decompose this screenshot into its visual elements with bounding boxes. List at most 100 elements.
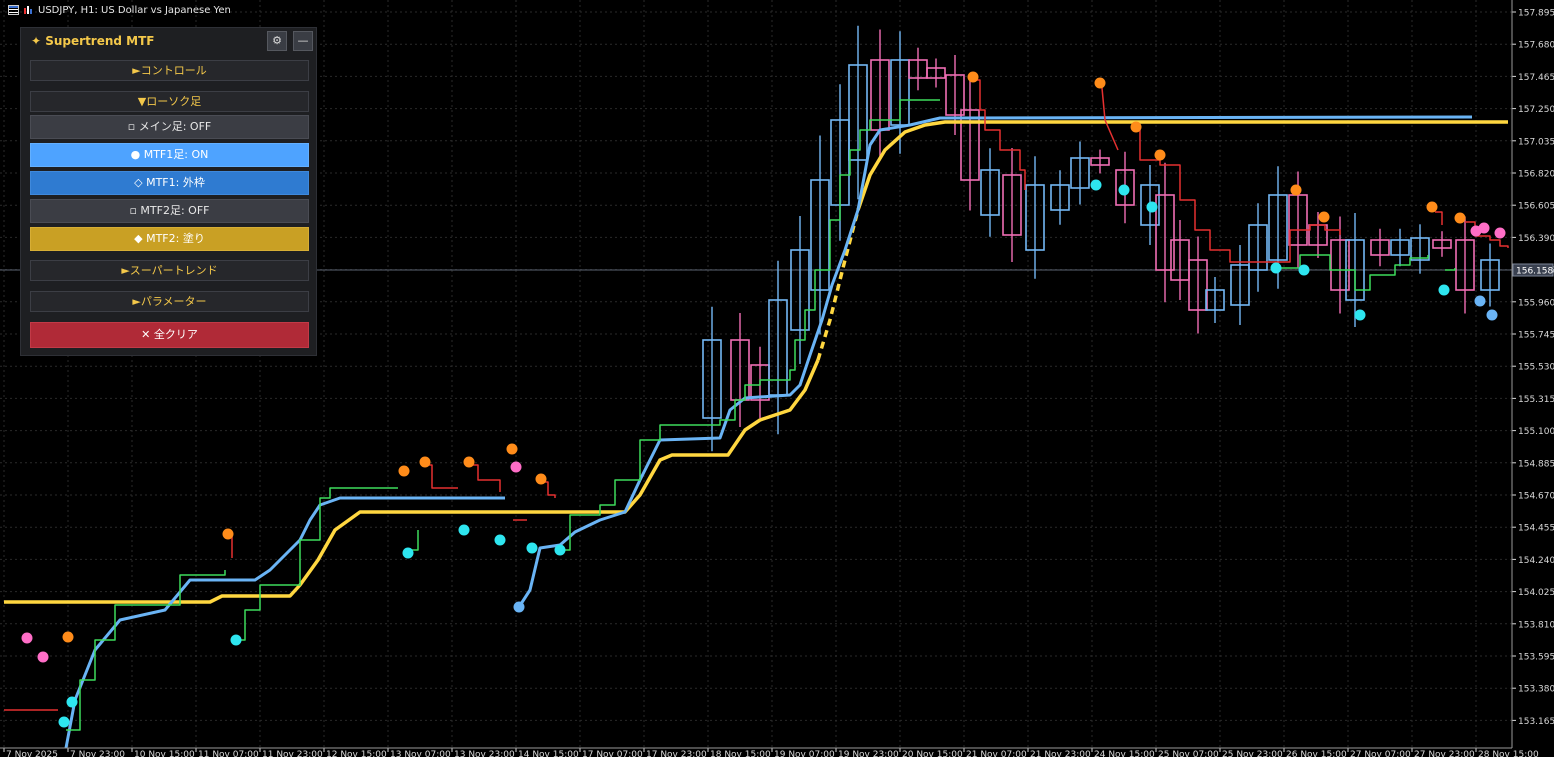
- time-label: 26 Nov 15:00: [1286, 750, 1347, 757]
- mtf2-style-toggle[interactable]: ◆ MTF2: 塗り: [30, 227, 309, 251]
- signal-dot: [554, 544, 566, 556]
- mtf1-candle-toggle[interactable]: ● MTF1足: ON: [30, 143, 309, 167]
- time-label: 25 Nov 23:00: [1222, 750, 1283, 757]
- time-label: 20 Nov 15:00: [902, 750, 963, 757]
- time-label: 7 Nov 23:00: [70, 750, 125, 757]
- price-label: 154.885: [1518, 459, 1554, 469]
- price-label: 157.035: [1518, 137, 1554, 147]
- time-label: 18 Nov 15:00: [710, 750, 771, 757]
- price-label: 154.025: [1518, 588, 1554, 598]
- current-price-tag: 156.158: [1516, 267, 1553, 277]
- signal-dot: [402, 547, 414, 559]
- signal-dot: [1426, 201, 1438, 213]
- signal-dot: [1478, 222, 1490, 234]
- time-label: 17 Nov 07:00: [582, 750, 643, 757]
- signal-dot: [1130, 121, 1142, 133]
- signal-dot: [230, 634, 242, 646]
- signal-dot: [1090, 179, 1102, 191]
- signal-dot: [1146, 201, 1158, 213]
- signal-dot: [458, 524, 470, 536]
- panel-header[interactable]: ✦ Supertrend MTF ⚙ —: [21, 28, 316, 56]
- time-label: 12 Nov 15:00: [326, 750, 387, 757]
- price-label: 156.390: [1518, 234, 1554, 244]
- gear-icon[interactable]: ⚙: [267, 31, 287, 51]
- signal-dot: [21, 632, 33, 644]
- symbol-list-icon[interactable]: [8, 5, 19, 15]
- mtf1-style-toggle[interactable]: ◇ MTF1: 外枠: [30, 171, 309, 195]
- price-label: 155.745: [1518, 331, 1554, 341]
- time-label: 25 Nov 07:00: [1158, 750, 1219, 757]
- signal-dot: [1318, 211, 1330, 223]
- supertrend-fast-bull: [410, 530, 419, 551]
- price-label: 157.465: [1518, 73, 1554, 83]
- time-label: 19 Nov 23:00: [838, 750, 899, 757]
- supertrend-fast-bear: [470, 464, 501, 492]
- signal-dot: [1354, 309, 1366, 321]
- price-label: 153.380: [1518, 685, 1554, 695]
- main-candle-toggle[interactable]: ▫ メイン足: OFF: [30, 115, 309, 139]
- supertrend-fast-bull: [560, 99, 940, 551]
- panel-title: ✦ Supertrend MTF: [31, 34, 155, 48]
- time-label: 21 Nov 07:00: [966, 750, 1027, 757]
- signal-dot: [1486, 309, 1498, 321]
- signal-dot: [398, 465, 410, 477]
- supertrend-fast-bear: [542, 481, 556, 498]
- mtf2-candle-toggle[interactable]: ▫ MTF2足: OFF: [30, 199, 309, 223]
- price-label: 155.960: [1518, 298, 1554, 308]
- time-label: 27 Nov 23:00: [1414, 750, 1475, 757]
- signal-dot: [494, 534, 506, 546]
- signal-dot: [1298, 264, 1310, 276]
- time-label: 13 Nov 07:00: [390, 750, 451, 757]
- section-control[interactable]: ►コントロール: [30, 60, 309, 81]
- time-label: 24 Nov 15:00: [1094, 750, 1155, 757]
- time-label: 7 Nov 2025: [6, 750, 58, 757]
- price-label: 157.680: [1518, 41, 1554, 51]
- price-label: 157.250: [1518, 105, 1554, 115]
- chart-title: USDJPY, H1: US Dollar vs Japanese Yen: [38, 4, 231, 16]
- signal-dot: [1094, 77, 1106, 89]
- section-params[interactable]: ►パラメーター: [30, 291, 309, 312]
- signal-dot: [1270, 262, 1282, 274]
- signal-dot: [66, 696, 78, 708]
- price-axis: 157.895 157.680 157.465 157.250 157.035 156.8…: [1511, 0, 1554, 748]
- price-label: 156.820: [1518, 170, 1554, 180]
- signal-dot: [463, 456, 475, 468]
- time-label: 27 Nov 07:00: [1350, 750, 1411, 757]
- price-label: 154.240: [1518, 556, 1554, 566]
- price-label: 157.895: [1518, 9, 1554, 19]
- minimize-button[interactable]: —: [293, 31, 313, 51]
- signal-dot: [37, 651, 49, 663]
- signal-dot: [1454, 212, 1466, 224]
- supertrend-fast-bear: [1435, 211, 1443, 225]
- section-supertrend[interactable]: ►スーパートレンド: [30, 260, 309, 281]
- chart-title-bar: USDJPY, H1: US Dollar vs Japanese Yen: [8, 3, 231, 17]
- supertrend-htf-line: [4, 359, 820, 604]
- signal-dot: [535, 473, 547, 485]
- clear-all-button[interactable]: ✕ 全クリア: [30, 322, 309, 348]
- signal-dot: [1290, 184, 1302, 196]
- price-label: 153.595: [1518, 653, 1554, 663]
- time-label: 10 Nov 15:00: [134, 750, 195, 757]
- section-candles[interactable]: ▼ローソク足: [30, 91, 309, 112]
- signal-dot: [967, 71, 979, 83]
- signal-dot: [506, 443, 518, 455]
- signal-dot: [1494, 227, 1506, 239]
- signal-dot: [62, 631, 74, 643]
- signal-dot: [1438, 284, 1450, 296]
- price-label: 153.810: [1518, 620, 1554, 630]
- time-label: 13 Nov 23:00: [454, 750, 515, 757]
- supertrend-fast-bull: [66, 570, 226, 731]
- chart-type-icon[interactable]: [23, 5, 34, 15]
- signal-dot: [526, 542, 538, 554]
- signal-dot: [1154, 149, 1166, 161]
- time-label: 11 Nov 07:00: [198, 750, 259, 757]
- signal-dot: [222, 528, 234, 540]
- price-label: 155.100: [1518, 427, 1554, 437]
- supertrend-mtf-line: [517, 115, 1473, 608]
- time-label: 11 Nov 23:00: [262, 750, 323, 757]
- price-label: 154.455: [1518, 524, 1554, 534]
- time-label: 21 Nov 23:00: [1030, 750, 1091, 757]
- time-axis: 7 Nov 2025 7 Nov 23:00 10 Nov 15:00 11 Nov …: [0, 747, 1539, 757]
- signal-dot: [513, 601, 525, 613]
- price-label: 153.165: [1518, 717, 1554, 727]
